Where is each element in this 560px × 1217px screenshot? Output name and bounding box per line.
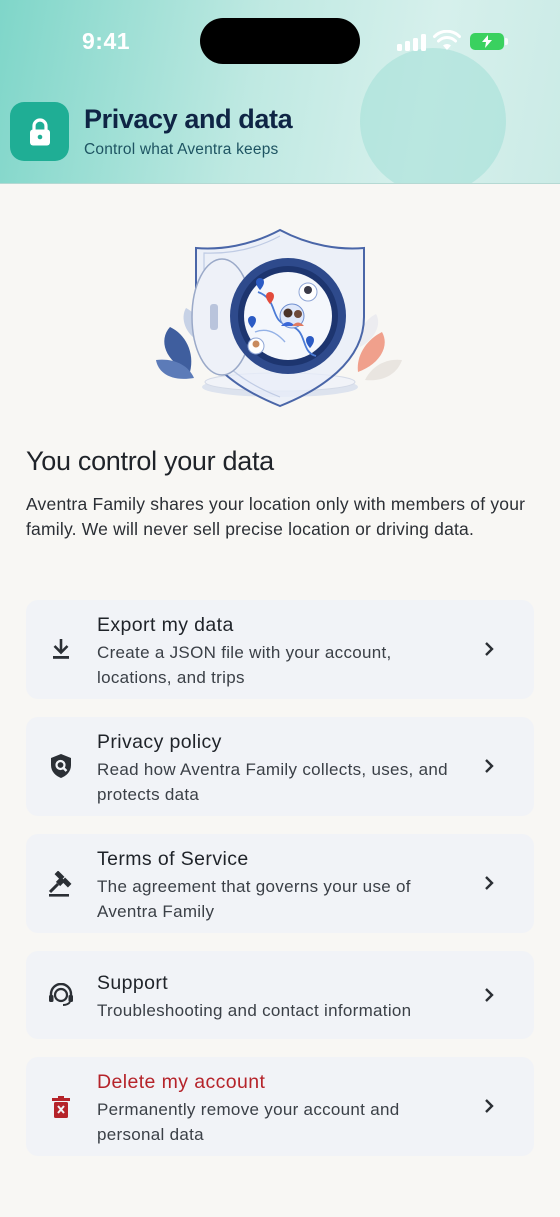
delete-account-button[interactable]: Delete my account Permanently remove you… — [26, 1057, 534, 1156]
chevron-right-icon — [485, 988, 494, 1002]
status-bar: 9:41 — [0, 0, 560, 84]
privacy-policy-button[interactable]: Privacy policy Read how Aventra Family c… — [26, 717, 534, 816]
download-icon — [48, 636, 74, 662]
status-time: 9:41 — [82, 28, 131, 54]
delete-account-description: Permanently remove your account and pers… — [97, 1100, 400, 1144]
cellular-signal-icon — [397, 33, 427, 51]
page-title: Privacy and data — [84, 104, 293, 134]
gavel-icon — [48, 871, 74, 897]
section-description: Aventra Family shares your location only… — [26, 494, 526, 539]
delete-icon — [48, 1094, 74, 1120]
terms-of-service-title: Terms of Service — [97, 848, 249, 870]
delete-account-title: Delete my account — [97, 1071, 266, 1093]
support-button[interactable]: Support Troubleshooting and contact info… — [26, 951, 534, 1039]
export-data-title: Export my data — [97, 614, 234, 636]
export-data-description: Create a JSON file with your account, lo… — [97, 643, 392, 687]
support-title: Support — [97, 972, 169, 994]
chevron-right-icon — [485, 642, 494, 656]
terms-of-service-button[interactable]: Terms of Service The agreement that gove… — [26, 834, 534, 933]
dynamic-island — [200, 18, 360, 64]
shield-search-icon — [48, 753, 74, 779]
privacy-policy-description: Read how Aventra Family collects, uses, … — [97, 760, 448, 804]
battery-charging-icon — [470, 33, 508, 50]
shield-vault-illustration — [156, 228, 402, 408]
app-header: 9:41 Privacy and data Control what Avent… — [0, 0, 560, 184]
page-subtitle: Control what Aventra keeps — [84, 141, 279, 158]
lock-icon — [10, 102, 69, 161]
chevron-right-icon — [485, 876, 494, 890]
chevron-right-icon — [485, 759, 494, 773]
export-data-button[interactable]: Export my data Create a JSON file with y… — [26, 600, 534, 699]
section-title: You control your data — [26, 446, 274, 476]
support-description: Troubleshooting and contact information — [97, 1001, 412, 1020]
support-agent-icon — [48, 982, 74, 1008]
wifi-icon — [433, 30, 461, 50]
chevron-right-icon — [485, 1099, 494, 1113]
terms-of-service-description: The agreement that governs your use of A… — [97, 877, 411, 921]
privacy-policy-title: Privacy policy — [97, 731, 222, 753]
